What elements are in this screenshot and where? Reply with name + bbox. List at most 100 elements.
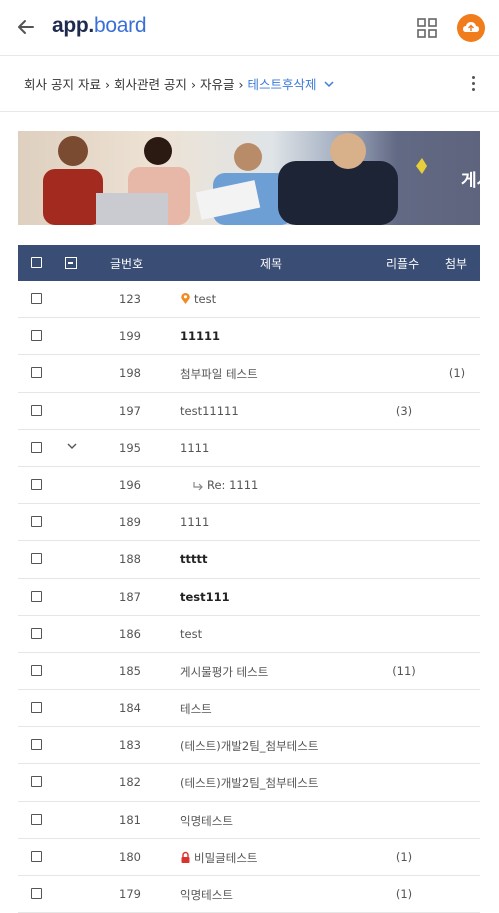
board-banner: 게시판 — [18, 131, 480, 225]
banner-people-image — [18, 131, 480, 225]
post-number: 188 — [119, 552, 141, 567]
row-checkbox[interactable] — [31, 478, 42, 490]
post-title-link[interactable]: 익명테스트 — [180, 813, 233, 829]
breadcrumb-separator: › — [238, 77, 244, 92]
row-checkbox[interactable] — [31, 590, 42, 602]
table-header: 글번호 제목 리플수 첨부 — [18, 245, 480, 281]
post-title-text: test11111 — [180, 403, 239, 418]
post-number: 179 — [119, 887, 141, 901]
post-title-link[interactable]: ttttt — [180, 552, 208, 566]
table-row[interactable]: 185 게시물평가 테스트 (11) — [18, 653, 480, 691]
table-row[interactable]: 186 test — [18, 616, 480, 653]
post-number: 187 — [119, 589, 141, 604]
row-checkbox[interactable] — [31, 813, 42, 825]
collapse-all-icon[interactable] — [65, 257, 77, 269]
reply-count: (1) — [395, 849, 413, 864]
post-title-link[interactable]: Re: 1111 — [192, 478, 258, 492]
row-checkbox[interactable] — [31, 404, 42, 416]
post-number: 189 — [119, 515, 141, 530]
table-row[interactable]: 184 테스트 — [18, 690, 480, 728]
post-title-link[interactable]: test11111 — [180, 404, 239, 418]
row-checkbox[interactable] — [31, 367, 42, 379]
post-number: 199 — [119, 329, 141, 344]
breadcrumb-separator: › — [190, 77, 196, 92]
back-arrow-icon[interactable] — [15, 16, 37, 38]
table-row[interactable]: 182 (테스트)개발2팀_첨부테스트 — [18, 764, 480, 802]
table-row[interactable]: 195 1111 — [18, 430, 480, 467]
app-grid-icon[interactable] — [416, 17, 438, 39]
column-header-replies[interactable]: 리플수 — [386, 255, 419, 272]
post-title-text: 테스트 — [180, 702, 212, 717]
row-checkbox[interactable] — [31, 776, 42, 788]
chevron-down-icon[interactable] — [324, 80, 334, 88]
table-row[interactable]: 187 test111 — [18, 579, 480, 616]
table-row[interactable]: 199 11111 — [18, 318, 480, 356]
column-header-title[interactable]: 제목 — [260, 255, 282, 272]
app-logo[interactable]: app.board — [52, 14, 147, 38]
reply-count: (11) — [392, 663, 416, 678]
post-title-link[interactable]: 1111 — [180, 515, 209, 529]
column-header-number[interactable]: 글번호 — [110, 255, 143, 272]
select-all-checkbox[interactable] — [31, 257, 42, 268]
row-checkbox[interactable] — [31, 553, 42, 565]
table-row[interactable]: 123 test — [18, 281, 480, 319]
table-row[interactable]: 180 비밀글테스트 (1) — [18, 839, 480, 876]
post-number: 196 — [119, 477, 141, 492]
user-avatar[interactable] — [457, 14, 485, 42]
post-title-link[interactable]: test111 — [180, 590, 230, 604]
chevron-down-icon[interactable] — [66, 440, 78, 452]
post-title-link[interactable]: 게시물평가 테스트 — [180, 664, 268, 680]
post-number: 186 — [119, 626, 141, 641]
row-checkbox[interactable] — [31, 664, 42, 676]
post-title-text: (테스트)개발2팀_첨부테스트 — [180, 776, 319, 791]
post-title-link[interactable]: test — [180, 627, 202, 641]
table-row[interactable]: 179 익명테스트 (1) — [18, 876, 480, 913]
reply-arrow-icon — [193, 481, 203, 491]
post-title-link[interactable]: 익명테스트 — [180, 887, 233, 903]
table-row[interactable]: 196 Re: 1111 — [18, 467, 480, 505]
app-name-primary: app. — [52, 14, 94, 37]
post-title-link[interactable]: test — [180, 292, 216, 306]
post-title-link[interactable]: (테스트)개발2팀_첨부테스트 — [180, 775, 318, 791]
table-row[interactable]: 189 1111 — [18, 504, 480, 542]
column-header-attachments[interactable]: 첨부 — [445, 255, 467, 272]
table-row[interactable]: 198 첨부파일 테스트 (1) — [18, 355, 480, 393]
breadcrumb-item[interactable]: 자유글 — [200, 77, 235, 92]
row-checkbox[interactable] — [31, 330, 42, 342]
post-number: 185 — [119, 663, 141, 678]
breadcrumb-item[interactable]: 회사 공지 자료 — [24, 77, 101, 92]
lock-icon — [181, 851, 190, 863]
post-title-text: ttttt — [180, 552, 208, 567]
breadcrumb-current[interactable]: 테스트후삭제 — [247, 77, 316, 92]
post-title-text: 비밀글테스트 — [194, 850, 258, 865]
row-checkbox[interactable] — [31, 850, 42, 862]
more-options-icon[interactable] — [468, 76, 478, 94]
table-row[interactable]: 181 익명테스트 — [18, 802, 480, 839]
cloud-upload-icon — [463, 22, 479, 32]
post-title-text: (테스트)개발2팀_첨부테스트 — [180, 739, 319, 754]
row-checkbox[interactable] — [31, 293, 42, 304]
breadcrumb: 회사 공지 자료 › 회사관련 공지 › 자유글 › 테스트후삭제 — [24, 74, 334, 93]
table-row[interactable]: 197 test11111 (3) — [18, 393, 480, 430]
table-row[interactable]: 188 ttttt — [18, 541, 480, 579]
row-checkbox[interactable] — [31, 627, 42, 639]
post-title-link[interactable]: 비밀글테스트 — [180, 850, 257, 866]
table-row[interactable]: 183 (테스트)개발2팀_첨부테스트 — [18, 727, 480, 765]
row-checkbox[interactable] — [31, 739, 42, 751]
post-number: 198 — [119, 366, 141, 381]
post-title-text: test — [194, 292, 217, 306]
post-title-text: 첨부파일 테스트 — [180, 367, 258, 382]
post-title-link[interactable]: 테스트 — [180, 701, 212, 717]
row-checkbox[interactable] — [31, 516, 42, 528]
row-checkbox[interactable] — [31, 441, 42, 453]
post-title-link[interactable]: (테스트)개발2팀_첨부테스트 — [180, 738, 318, 754]
row-checkbox[interactable] — [31, 702, 42, 714]
row-checkbox[interactable] — [31, 888, 42, 899]
post-title-text: 11111 — [180, 329, 221, 344]
post-title-link[interactable]: 11111 — [180, 329, 220, 343]
top-app-bar: app.board — [0, 0, 499, 56]
post-number: 181 — [119, 812, 141, 827]
post-title-link[interactable]: 1111 — [180, 441, 209, 455]
post-title-link[interactable]: 첨부파일 테스트 — [180, 366, 258, 382]
breadcrumb-item[interactable]: 회사관련 공지 — [114, 77, 187, 92]
